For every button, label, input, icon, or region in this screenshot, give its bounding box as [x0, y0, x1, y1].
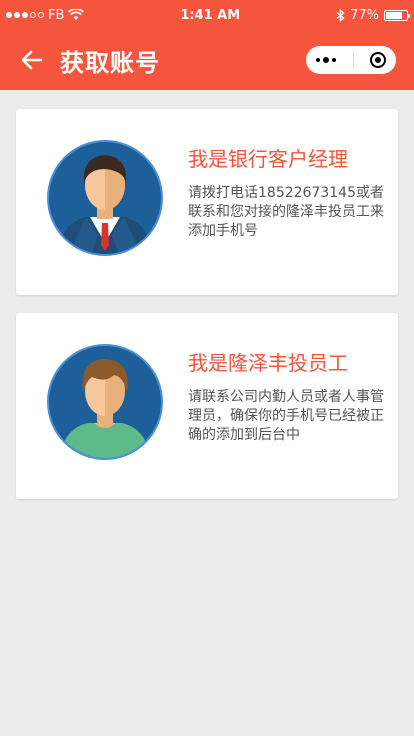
card-title: 我是银行客户经理	[188, 147, 348, 171]
employee-card[interactable]: 我是隆泽丰投员工 请联系公司内勤人员或者人事管理员，确保你的手机号已经被正确的添…	[16, 313, 398, 499]
status-bar: FB 1:41 AM 77%	[0, 0, 414, 30]
bluetooth-icon	[336, 8, 345, 22]
close-icon	[375, 57, 381, 63]
nav-bar: 获取账号	[0, 30, 414, 90]
more-button[interactable]	[316, 57, 336, 63]
card-description: 请联系公司内勤人员或者人事管理员，确保你的手机号已经被正确的添加到后台中	[188, 389, 384, 443]
battery-percent: 77%	[350, 7, 379, 23]
close-button[interactable]	[370, 52, 386, 68]
signal-icon	[6, 12, 44, 18]
back-button[interactable]	[18, 46, 46, 74]
wifi-icon	[68, 9, 85, 20]
more-dot-icon	[316, 58, 320, 62]
card-description: 请拨打电话18522673145或者联系和您对接的隆泽丰投员工来添加手机号	[188, 185, 384, 239]
capsule-divider	[352, 52, 354, 68]
employee-avatar-icon	[47, 344, 163, 460]
more-dot-icon	[323, 57, 329, 63]
manager-avatar-icon	[47, 140, 163, 256]
card-text: 我是隆泽丰投员工 请联系公司内勤人员或者人事管理员，确保你的手机号已经被正确的添…	[188, 347, 388, 445]
more-dot-icon	[332, 58, 336, 62]
carrier-label: FB	[48, 7, 65, 23]
bank-manager-card[interactable]: 我是银行客户经理 请拨打电话18522673145或者联系和您对接的隆泽丰投员工…	[16, 109, 398, 295]
card-title: 我是隆泽丰投员工	[188, 351, 348, 375]
card-text: 我是银行客户经理 请拨打电话18522673145或者联系和您对接的隆泽丰投员工…	[188, 143, 388, 241]
page-title: 获取账号	[60, 48, 160, 77]
status-left: FB	[6, 7, 85, 23]
mini-program-capsule	[306, 46, 396, 74]
status-right: 77%	[336, 7, 410, 23]
battery-icon	[383, 9, 410, 21]
arrow-left-icon	[21, 50, 43, 70]
status-time: 1:41 AM	[180, 7, 241, 23]
